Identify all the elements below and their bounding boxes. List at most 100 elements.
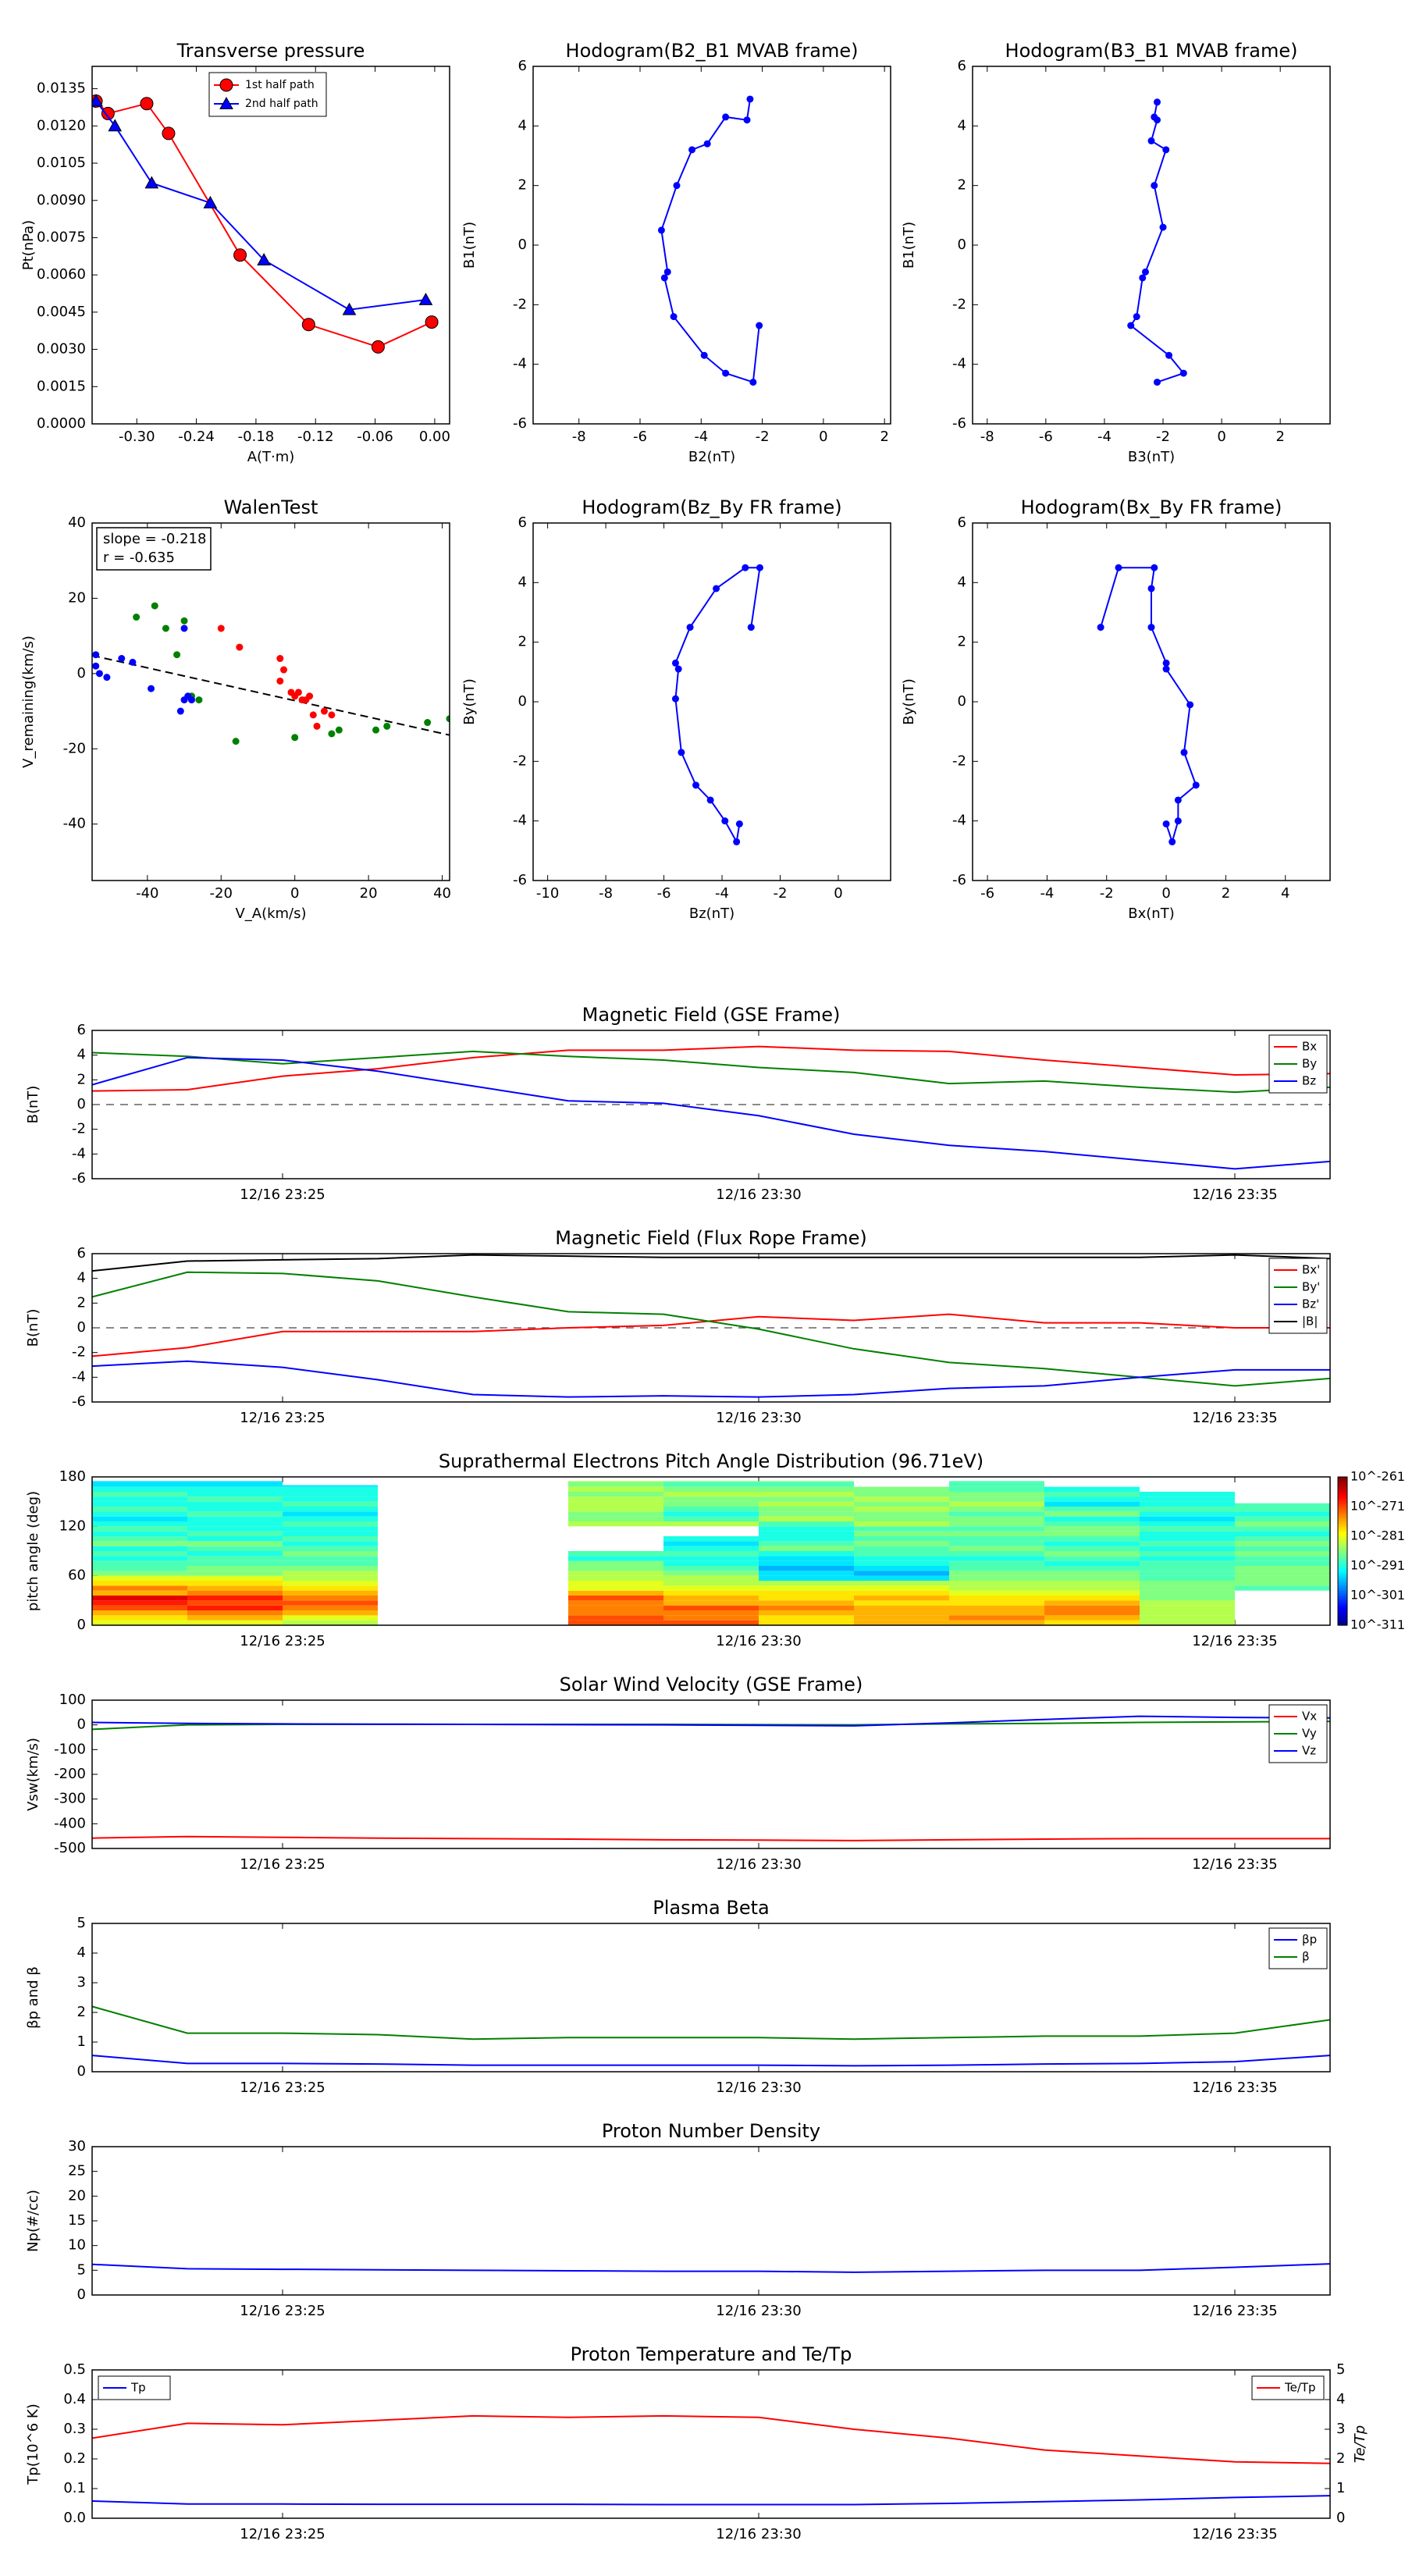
series-line [95,100,426,311]
y-tick-label: 6 [77,1022,86,1038]
data-point [92,662,100,670]
heatmap-cell [187,1501,283,1507]
heatmap-cell [283,1575,378,1581]
heatmap-cell [568,1481,663,1482]
heatmap-cell [1235,1575,1330,1581]
heatmap-cell [283,1516,378,1521]
heatmap-cell [1044,1581,1140,1586]
y-tick-label: -200 [54,1766,86,1782]
y-tick-label: -2 [513,753,527,769]
data-point [180,624,188,632]
data-point [713,585,720,592]
x-tick-label: 0 [290,885,299,902]
heatmap-cell [949,1605,1044,1610]
heatmap-cell [1140,1581,1235,1586]
x-tick-label: -2 [774,885,788,902]
heatmap-cell [568,1486,663,1492]
heatmap-cell [663,1605,759,1610]
heatmap-cell [283,1610,378,1616]
heatmap-cell [568,1581,663,1586]
data-point [1192,781,1200,789]
data-point [328,711,336,719]
heatmap-cell [1044,1585,1140,1591]
heatmap-cell [568,1492,663,1497]
heatmap-cell [187,1585,283,1591]
colorbar-label-base: 10 [1397,1617,1405,1632]
data-point [424,719,432,727]
y-tick-label: 6 [958,58,966,74]
data-point [743,116,751,124]
y-tick-label: 5 [77,1915,86,1931]
heatmap-cell [187,1496,283,1502]
heatmap-cell [759,1596,854,1601]
chart-title: Magnetic Field (GSE Frame) [582,1004,841,1026]
heatmap-cell [1140,1610,1235,1616]
heatmap-cell [854,1556,949,1561]
heatmap-cell [949,1556,1044,1561]
heatmap-cell [283,1511,378,1517]
data-point [670,313,678,321]
x-tick-label: 0 [1217,429,1225,445]
chart-bfr: Magnetic Field (Flux Rope Frame) B(nT) 12/… [25,1227,1331,1426]
heatmap-cell [854,1486,949,1492]
data-point [313,722,321,730]
heatmap-cell [187,1546,283,1551]
heatmap-cell [92,1521,187,1527]
heatmap-cell [663,1541,759,1546]
x-tick-label: 0 [834,885,842,902]
x-axis-label: V_A(km/s) [235,906,306,922]
heatmap-cell [663,1590,759,1596]
heatmap-cell [759,1531,854,1536]
colorbar-label-base: 10 [1397,1499,1405,1514]
heatmap-cell [1140,1620,1235,1625]
heatmap-cell [1140,1560,1235,1566]
data-point [1147,624,1155,632]
y-tick-label: 0.1 [63,2480,86,2496]
y-tick-label: -6 [513,415,527,432]
y-axis-label: Tp(10^6 K) [25,2403,41,2485]
heatmap-cell [759,1605,854,1610]
heatmap-cell [949,1492,1044,1497]
x-tick-label: 12/16 23:25 [240,1633,325,1649]
plot-frame [91,2146,1331,2296]
data-point [1147,585,1155,592]
heatmap-cell [949,1575,1044,1581]
x-tick-label: -4 [694,429,708,445]
heatmap-cell [759,1481,854,1482]
y-tick-label: 0.5 [63,2361,86,2378]
heatmap-cell [759,1526,854,1532]
x-tick-label: 12/16 23:35 [1192,1410,1277,1426]
y-tick-label: 0 [958,237,966,253]
heatmap-cell [663,1585,759,1591]
heatmap-cell [854,1575,949,1581]
x-tick-label: 2 [880,429,888,445]
heatmap-cell [949,1531,1044,1536]
y-tick-label: 0 [77,2286,86,2303]
data-point [1165,351,1173,359]
legend-label: Vy [1302,1727,1317,1741]
y-tick-label: 0.0120 [37,117,86,133]
heatmap-cell [1235,1571,1330,1576]
series-line [92,1360,1330,1398]
heatmap-cell [854,1605,949,1610]
data-point [309,711,317,719]
data-point [291,692,299,700]
heatmap-cell [187,1571,283,1576]
colorbar-label: 10^-2810-28 [1350,1525,1405,1543]
x-axis-label: Bx(nT) [1128,906,1174,922]
heatmap-cell [759,1615,854,1621]
y-tick-label: 100 [59,1692,86,1708]
data-point [418,292,433,305]
y-axis-label: pitch angle (deg) [25,1491,41,1611]
heatmap-cell [568,1521,663,1527]
y-tick-label: -2 [952,296,966,312]
data-point [425,315,439,329]
heatmap-cell [949,1507,1044,1512]
heatmap-cell [1235,1556,1330,1561]
y-tick-label: 0 [77,1319,86,1336]
heatmap-cell [759,1507,854,1512]
x-axis-label: A(T·m) [247,449,295,465]
data-point [236,643,244,651]
heatmap-cell [283,1590,378,1596]
heatmap-cell [187,1560,283,1566]
